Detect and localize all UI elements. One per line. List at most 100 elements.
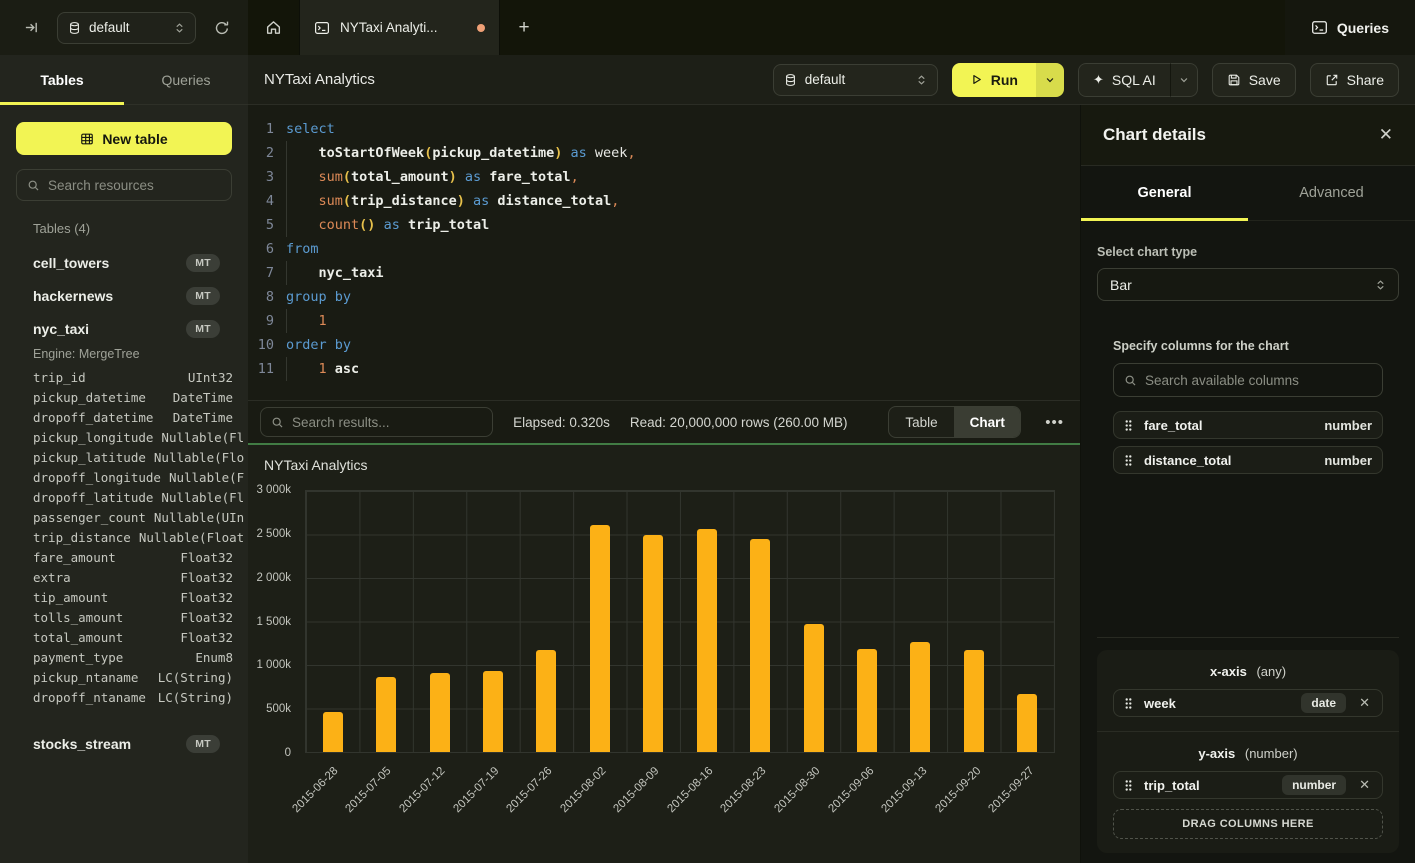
chart-bar — [323, 712, 343, 752]
tab-advanced[interactable]: Advanced — [1248, 166, 1415, 220]
table-list-item[interactable]: hackernewsMT — [0, 279, 248, 312]
chart-bar — [910, 642, 930, 752]
chip-column-name: distance_total — [1144, 453, 1313, 468]
table-name: nyc_taxi — [33, 321, 186, 337]
drag-handle-icon[interactable] — [1124, 454, 1133, 467]
column-row: trip_distanceNullable(Float — [0, 527, 248, 547]
editor-tab-strip: NYTaxi Analyti... + — [248, 0, 1285, 55]
resources-search-input[interactable] — [48, 178, 221, 193]
column-chip[interactable]: trip_totalnumber✕ — [1113, 771, 1383, 799]
column-row: pickup_datetimeDateTime — [0, 387, 248, 407]
x-axis-tick-label: 2015-08-16 — [665, 765, 715, 815]
line-number: 5 — [248, 213, 286, 237]
column-type: Nullable(Fl — [161, 490, 244, 505]
chart-bar — [750, 539, 770, 752]
column-chip[interactable]: distance_total number — [1113, 446, 1383, 474]
save-button[interactable]: Save — [1212, 63, 1296, 97]
column-chip[interactable]: fare_totalnumber — [1113, 411, 1383, 439]
column-type: Float32 — [180, 610, 233, 625]
remove-chip-button[interactable]: ✕ — [1357, 695, 1372, 711]
chart-bar — [1017, 694, 1037, 752]
search-icon — [27, 179, 40, 192]
sql-ai-button[interactable]: ✦ SQL AI — [1078, 63, 1170, 97]
close-panel-button[interactable]: ✕ — [1379, 125, 1393, 145]
table-grid-icon — [80, 132, 94, 146]
search-icon — [271, 416, 284, 429]
column-name: dropoff_datetime — [33, 410, 153, 425]
new-table-button[interactable]: New table — [16, 122, 232, 155]
sidebar-tab-tables[interactable]: Tables — [0, 55, 124, 104]
y-axis-header: y-axis (number) — [1113, 746, 1383, 761]
code-line: 10order by — [248, 333, 1080, 357]
indent-guide — [286, 165, 287, 189]
drag-handle-icon[interactable] — [1124, 779, 1133, 792]
query-tab[interactable]: NYTaxi Analyti... — [300, 0, 500, 55]
indent-guide — [286, 189, 287, 213]
table-engine-label: Engine: MergeTree — [0, 345, 248, 367]
more-options-button[interactable]: ••• — [1041, 414, 1068, 431]
drag-handle-icon[interactable] — [1124, 419, 1133, 432]
column-type: Float32 — [180, 630, 233, 645]
run-button-label: Run — [991, 72, 1018, 88]
column-name: trip_distance — [33, 530, 131, 545]
database-selector[interactable]: default — [57, 12, 196, 44]
indent-guide — [286, 141, 287, 165]
chart-type-value: Bar — [1110, 277, 1132, 293]
query-toolbar: NYTaxi Analytics default Run — [248, 55, 1415, 105]
home-button[interactable] — [248, 0, 300, 55]
chart-details-body: Select chart type Bar Specify columns fo… — [1081, 221, 1415, 863]
run-button[interactable]: Run — [952, 63, 1036, 97]
tab-general[interactable]: General — [1081, 166, 1248, 220]
code-content: sum(total_amount) as fare_total, — [286, 165, 579, 189]
chart-type-select[interactable]: Bar — [1097, 268, 1399, 301]
share-button[interactable]: Share — [1310, 63, 1399, 97]
sql-ai-options-button[interactable] — [1170, 63, 1198, 97]
line-number: 2 — [248, 141, 286, 165]
columns-search-input[interactable] — [1145, 373, 1372, 388]
database-selector-value: default — [89, 20, 130, 35]
code-content: order by — [286, 333, 351, 357]
view-toggle-chart[interactable]: Chart — [954, 407, 1020, 437]
toolbar-database-value: default — [805, 72, 846, 87]
column-name: dropoff_latitude — [33, 490, 153, 505]
run-options-button[interactable] — [1036, 63, 1064, 97]
column-name: pickup_datetime — [33, 390, 146, 405]
engine-badge: MT — [186, 735, 220, 753]
drag-columns-dropzone[interactable]: DRAG COLUMNS HERE — [1113, 809, 1383, 839]
columns-search[interactable] — [1113, 363, 1383, 397]
table-list-item[interactable]: stocks_streamMT — [0, 727, 248, 760]
refresh-button[interactable] — [210, 16, 234, 40]
chip-column-type: number — [1324, 453, 1372, 468]
collapse-sidebar-button[interactable] — [20, 16, 43, 39]
code-line: 2 toStartOfWeek(pickup_datetime) as week… — [248, 141, 1080, 165]
column-row: trip_idUInt32 — [0, 367, 248, 387]
toolbar-database-selector[interactable]: default — [773, 64, 938, 96]
new-tab-button[interactable]: + — [500, 0, 548, 55]
results-search[interactable] — [260, 407, 493, 437]
chart-bar — [483, 671, 503, 752]
column-type: Float32 — [180, 570, 233, 585]
x-axis-tick-label: 2015-09-20 — [933, 765, 983, 815]
column-chip[interactable]: weekdate✕ — [1113, 689, 1383, 717]
chart-bar — [643, 535, 663, 753]
sql-editor[interactable]: 1select2 toStartOfWeek(pickup_datetime) … — [248, 105, 1080, 400]
queries-button[interactable]: Queries — [1311, 19, 1389, 36]
editor-column: 1select2 toStartOfWeek(pickup_datetime) … — [248, 105, 1080, 863]
code-line: 8group by — [248, 285, 1080, 309]
x-axis-tick-label: 2015-09-06 — [826, 765, 876, 815]
drag-handle-icon[interactable] — [1124, 697, 1133, 710]
resources-search[interactable] — [16, 169, 232, 201]
remove-chip-button[interactable]: ✕ — [1357, 777, 1372, 793]
x-axis-tick-label: 2015-08-23 — [719, 765, 769, 815]
column-type: Nullable(F — [169, 470, 244, 485]
column-row: tip_amountFloat32 — [0, 587, 248, 607]
sidebar-tab-queries[interactable]: Queries — [124, 55, 248, 104]
table-list-item[interactable]: nyc_taxiMT — [0, 312, 248, 345]
refresh-icon — [214, 20, 230, 36]
elapsed-time: Elapsed: 0.320s — [513, 415, 610, 430]
results-search-input[interactable] — [292, 415, 482, 430]
x-axis-tick-label: 2015-07-26 — [504, 765, 554, 815]
table-list-item[interactable]: cell_towersMT — [0, 246, 248, 279]
rows-read-stats: Read: 20,000,000 rows (260.00 MB) — [630, 415, 848, 430]
view-toggle-table[interactable]: Table — [889, 407, 955, 437]
